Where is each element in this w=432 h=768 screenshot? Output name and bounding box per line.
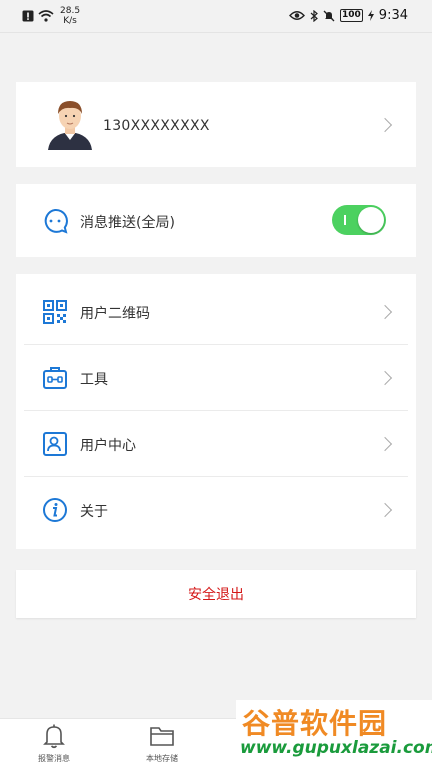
tab-label: 本地存储 (146, 754, 178, 763)
logout-label: 安全退出 (188, 587, 244, 603)
push-settings-card: 消息推送(全局) (16, 184, 416, 257)
folder-icon (150, 727, 174, 746)
qr-code-icon (43, 300, 67, 324)
menu-item-tools[interactable]: 工具 (16, 345, 416, 411)
menu-item-about[interactable]: 关于 (16, 477, 416, 543)
avatar (48, 101, 92, 150)
user-card-icon (43, 432, 67, 456)
menu-item-label: 关于 (80, 504, 108, 520)
logout-button[interactable]: 安全退出 (16, 570, 416, 618)
user-phone: 130XXXXXXXX (103, 118, 210, 134)
bell-icon (43, 724, 65, 749)
status-right: 100 9:34 (289, 8, 408, 23)
eye-icon (289, 11, 305, 20)
push-toggle[interactable] (332, 205, 386, 235)
mute-icon (323, 10, 335, 21)
bluetooth-icon (310, 9, 318, 22)
net-speed-value: 28.5 (60, 6, 81, 16)
status-left: 28.5 K/s (22, 6, 80, 26)
net-speed-unit: K/s (63, 16, 77, 26)
chevron-right-icon (377, 436, 393, 452)
tab-label: 报警消息 (38, 754, 70, 763)
watermark-url: www.gupuxlazai.com (240, 738, 432, 758)
alert-icon (22, 10, 34, 22)
battery-icon: 100 (340, 9, 363, 22)
wifi-icon (38, 10, 54, 22)
push-label: 消息推送(全局) (80, 215, 175, 231)
chevron-right-icon (377, 502, 393, 518)
chevron-right-icon (377, 304, 393, 320)
menu-item-label: 工具 (80, 372, 108, 388)
chevron-right-icon (377, 117, 393, 133)
menu-card: 用户二维码 工具 用户中心 关于 (16, 274, 416, 549)
toggle-on-mark (344, 215, 346, 225)
watermark: 谷普软件园 www.gupuxlazai.com (236, 700, 432, 768)
tab-alarm-messages[interactable]: 报警消息 (14, 723, 94, 764)
toggle-knob (358, 207, 384, 233)
clock: 9:34 (378, 8, 408, 23)
profile-card[interactable]: 130XXXXXXXX (16, 82, 416, 167)
chevron-right-icon (377, 370, 393, 386)
status-bar: 28.5 K/s 100 9:34 (0, 0, 432, 33)
menu-item-label: 用户中心 (80, 438, 136, 454)
menu-item-qr-code[interactable]: 用户二维码 (16, 279, 416, 345)
toolbox-icon (43, 367, 67, 389)
info-icon (43, 498, 67, 522)
menu-item-label: 用户二维码 (80, 306, 150, 322)
charging-icon (367, 10, 374, 21)
message-bubble-icon (44, 208, 68, 234)
watermark-title: 谷普软件园 (242, 707, 388, 740)
tab-local-storage[interactable]: 本地存储 (122, 723, 202, 764)
net-speed: 28.5 K/s (60, 6, 80, 26)
menu-item-user-center[interactable]: 用户中心 (16, 411, 416, 477)
